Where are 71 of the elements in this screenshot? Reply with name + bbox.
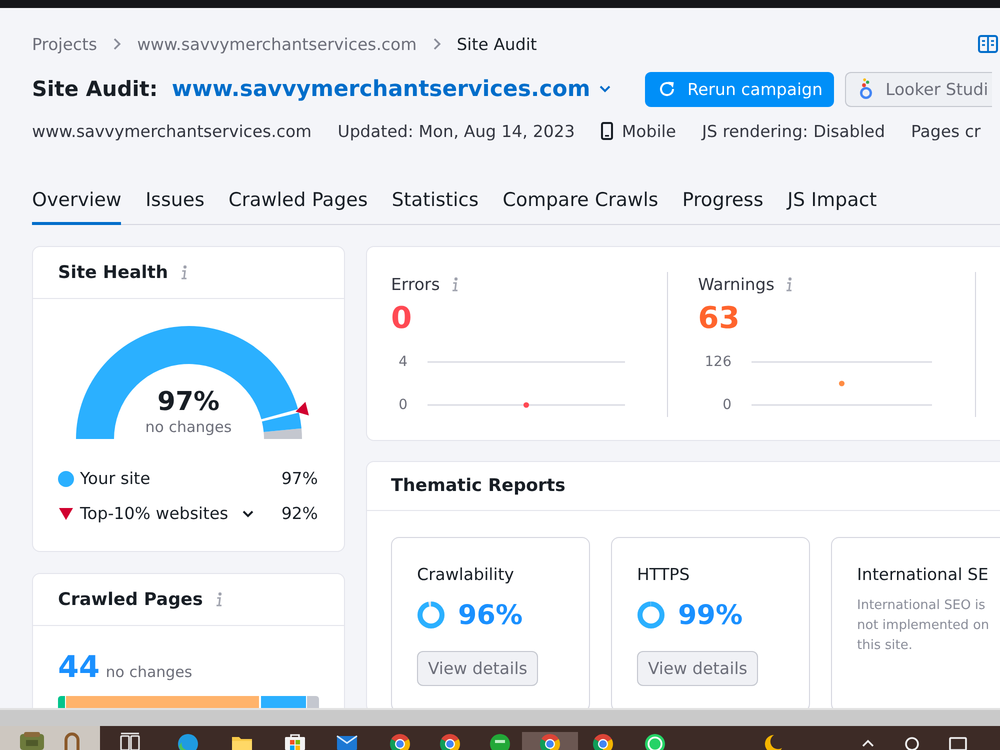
tab[interactable]: Statistics <box>392 181 479 225</box>
task-view-icon[interactable] <box>118 732 142 750</box>
chevron-down-icon[interactable] <box>242 510 254 518</box>
browser-icon[interactable] <box>438 732 462 750</box>
tab[interactable]: JS Impact <box>787 181 877 225</box>
data-point <box>838 380 845 386</box>
view-details-button[interactable]: View details <box>637 651 758 686</box>
tab[interactable]: Progress <box>682 181 764 225</box>
breadcrumb-link[interactable]: www.savvymerchantservices.com <box>137 34 417 54</box>
legend-value: 97% <box>281 469 318 488</box>
score-value: 96% <box>458 600 523 630</box>
report-note: International SEO is not implemented on this site. <box>857 597 990 655</box>
logo-icon <box>858 78 873 100</box>
chevron-right-icon <box>113 38 122 50</box>
tab[interactable]: Issues <box>145 181 204 225</box>
change-label: no changes <box>145 418 232 436</box>
metric-value[interactable]: 63 <box>698 301 975 337</box>
tab[interactable]: Crawled Pages <box>228 181 368 225</box>
axis-label: 0 <box>722 397 732 413</box>
page-title: Site Audit: <box>32 77 158 101</box>
report-title: Crawlability <box>417 564 516 586</box>
browser-icon[interactable] <box>522 732 578 750</box>
metric-label: Errors <box>391 274 440 294</box>
browser-icon[interactable] <box>388 732 412 750</box>
info-text: JS rendering: Disabled <box>702 122 886 140</box>
card-title: Thematic Reports <box>391 476 566 496</box>
card-title: Crawled Pages <box>58 590 203 610</box>
rerun-button[interactable]: Rerun campaign <box>645 72 834 106</box>
axis-label: 126 <box>704 354 732 370</box>
metric-label: Warnings <box>698 274 774 294</box>
axis-label: 4 <box>398 354 408 370</box>
report-title: HTTPS <box>637 564 691 586</box>
chat-icon[interactable] <box>643 732 667 750</box>
legend-label: Your site <box>80 469 150 488</box>
change-label: no changes <box>106 663 192 681</box>
browser-icon[interactable] <box>591 732 615 750</box>
view-details-button[interactable]: View details <box>417 651 538 686</box>
tab[interactable]: Compare Crawls <box>502 181 658 225</box>
score-value: 99% <box>678 600 743 630</box>
shopping-bag-icon[interactable] <box>283 732 307 750</box>
triangle-marker-icon <box>59 508 73 520</box>
phone-icon <box>600 122 613 140</box>
horizontal-scrollbar[interactable] <box>0 708 1000 726</box>
axis-label: 0 <box>398 397 408 413</box>
progress-ring <box>417 601 445 629</box>
legend-label: Top-10% websites <box>80 504 228 523</box>
bag-icon[interactable] <box>62 732 82 750</box>
progress-ring <box>637 601 665 629</box>
legend-value: 92% <box>281 504 318 523</box>
swirl-icon[interactable] <box>176 732 200 750</box>
app-icon[interactable] <box>488 732 512 750</box>
book-icon[interactable] <box>978 35 998 53</box>
breadcrumb-link[interactable]: Projects <box>32 34 98 54</box>
refresh-icon <box>659 81 676 97</box>
chevron-down-icon <box>599 85 612 93</box>
page-count: 44 <box>58 650 100 686</box>
info-text: www.savvymerchantservices.com <box>32 122 312 140</box>
info-text: Mobile <box>622 122 676 140</box>
breadcrumb-current: Site Audit <box>456 34 537 54</box>
tab[interactable]: Overview <box>32 181 122 225</box>
project-dropdown[interactable]: www.savvymerchantservices.com <box>172 76 612 102</box>
data-point <box>523 402 530 408</box>
chevron-right-icon <box>432 38 441 50</box>
info-text: Pages cr <box>911 122 981 140</box>
card-title: Site Health <box>58 262 168 282</box>
legend-dot-icon <box>58 470 74 486</box>
health-score: 97% <box>157 386 220 418</box>
export-button[interactable]: Looker Studi <box>844 72 992 106</box>
info-text: Updated: Mon, Aug 14, 2023 <box>338 122 575 140</box>
report-title: International SE <box>857 564 990 586</box>
metric-value[interactable]: 0 <box>391 301 667 337</box>
